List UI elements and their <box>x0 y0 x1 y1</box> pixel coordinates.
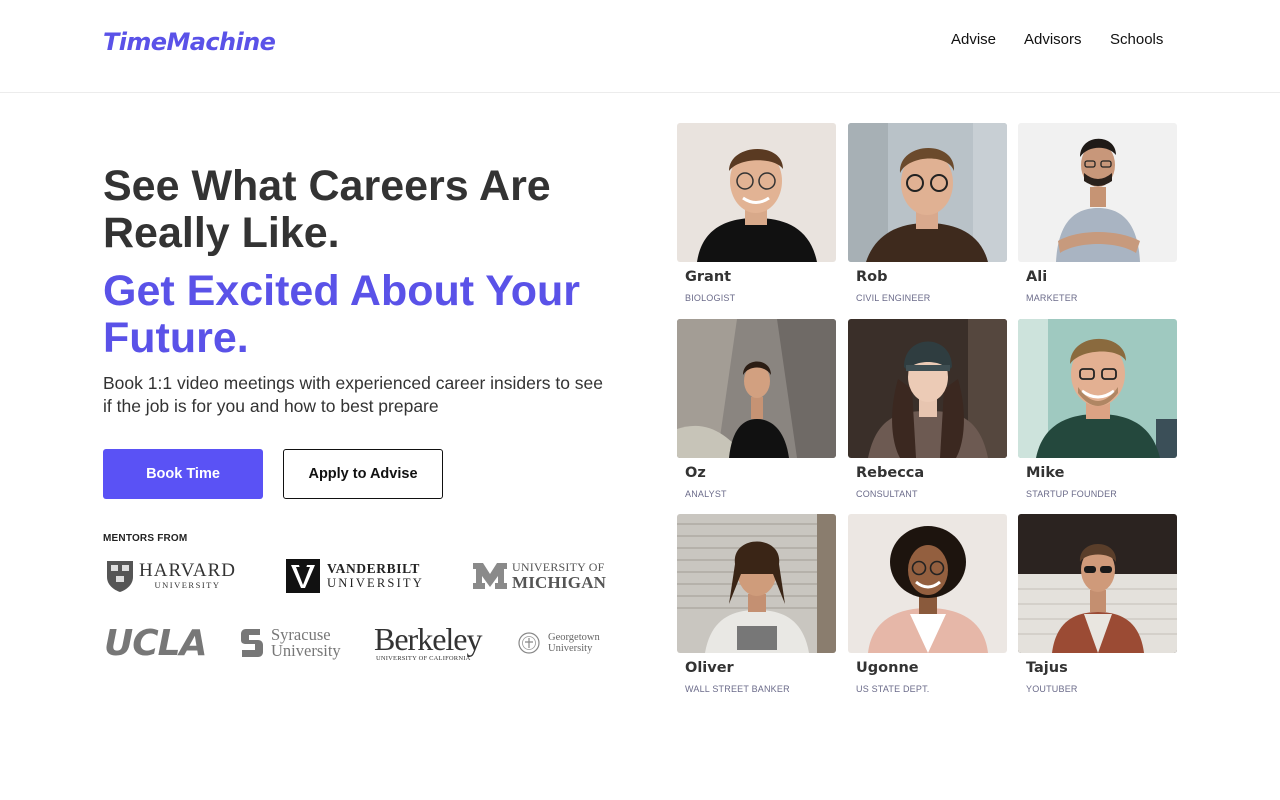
ucla-name: UCLA <box>104 623 207 664</box>
advisor-name: Ugonne <box>856 660 919 676</box>
advisor-photo <box>1018 514 1177 653</box>
advisor-card[interactable]: Grant BIOLOGIST <box>677 123 836 313</box>
advisor-role: CIVIL ENGINEER <box>856 293 931 303</box>
nav-schools[interactable]: Schools <box>1110 31 1163 48</box>
advisor-card[interactable]: Oliver WALL STREET BANKER <box>677 514 836 704</box>
hero-title: See What Careers Are Really Like. <box>103 162 551 257</box>
michigan-name: MICHIGAN <box>512 573 607 592</box>
apply-to-advise-button[interactable]: Apply to Advise <box>283 449 443 499</box>
vanderbilt-subtitle: UNIVERSITY <box>327 576 424 590</box>
advisor-name: Grant <box>685 269 732 285</box>
vanderbilt-logo: VANDERBILT UNIVERSITY <box>286 559 424 593</box>
advisor-card[interactable]: Mike STARTUP FOUNDER <box>1018 319 1177 509</box>
advisor-role: YOUTUBER <box>1026 684 1078 694</box>
nav-advise[interactable]: Advise <box>951 31 996 48</box>
advisor-role: ANALYST <box>685 489 727 499</box>
hero-subtitle: Get Excited About Your Future. <box>103 267 581 362</box>
advisor-role: STARTUP FOUNDER <box>1026 489 1118 499</box>
harvard-logo: HARVARD UNIVERSITY <box>105 559 236 593</box>
georgetown-seal-icon <box>518 632 540 654</box>
advisor-role: US STATE DEPT. <box>856 684 930 694</box>
advisor-card[interactable]: Rebecca CONSULTANT <box>848 319 1007 509</box>
berkeley-subtitle: UNIVERSITY OF CALIFORNIA <box>376 655 471 662</box>
harvard-name: HARVARD <box>139 560 236 581</box>
michigan-logo: UNIVERSITY OF MICHIGAN <box>472 561 606 591</box>
advisor-role: MARKETER <box>1026 293 1078 303</box>
harvard-subtitle: UNIVERSITY <box>154 580 221 590</box>
advisor-photo <box>848 123 1007 262</box>
berkeley-name: Berkeley <box>374 621 482 657</box>
advisor-name: Tajus <box>1026 660 1068 676</box>
advisor-photo <box>1018 123 1177 262</box>
advisor-card[interactable]: Oz ANALYST <box>677 319 836 509</box>
hero-description: Book 1:1 video meetings with experienced… <box>103 373 603 416</box>
advisor-role: BIOLOGIST <box>685 293 736 303</box>
book-time-button[interactable]: Book Time <box>103 449 263 499</box>
georgetown-name: Georgetown <box>548 632 600 643</box>
site-header: TimeMachine Advise Advisors Schools <box>0 0 1280 93</box>
advisor-role: WALL STREET BANKER <box>685 684 790 694</box>
advisor-card[interactable]: Ugonne US STATE DEPT. <box>848 514 1007 704</box>
advisor-name: Mike <box>1026 465 1065 481</box>
advisor-photo <box>848 319 1007 458</box>
vanderbilt-v-icon <box>286 559 320 593</box>
georgetown-subtitle: University <box>548 643 593 654</box>
georgetown-logo: Georgetown University <box>518 630 600 656</box>
harvard-shield-icon <box>107 561 133 592</box>
advisor-photo <box>677 319 836 458</box>
advisor-name: Oliver <box>685 660 734 676</box>
nav-advisors[interactable]: Advisors <box>1024 31 1082 48</box>
advisor-name: Rob <box>856 269 888 285</box>
advisor-photo <box>677 123 836 262</box>
michigan-m-icon <box>473 563 507 589</box>
advisor-photo <box>677 514 836 653</box>
advisor-card[interactable]: Tajus YOUTUBER <box>1018 514 1177 704</box>
advisor-card[interactable]: Rob CIVIL ENGINEER <box>848 123 1007 313</box>
advisor-role: CONSULTANT <box>856 489 918 499</box>
syracuse-subtitle: University <box>271 641 341 660</box>
advisor-name: Ali <box>1026 269 1048 285</box>
logo[interactable]: TimeMachine <box>103 28 276 56</box>
syracuse-logo: Syracuse University <box>240 626 341 660</box>
advisor-photo <box>848 514 1007 653</box>
berkeley-logo: Berkeley UNIVERSITY OF CALIFORNIA <box>374 621 482 663</box>
syracuse-s-icon <box>241 629 263 657</box>
mentors-label: MENTORS FROM <box>103 533 188 544</box>
vanderbilt-name: VANDERBILT <box>327 561 421 576</box>
advisor-photo <box>1018 319 1177 458</box>
advisor-name: Oz <box>685 465 706 481</box>
advisor-card[interactable]: Ali MARKETER <box>1018 123 1177 313</box>
ucla-logo: UCLA <box>104 623 207 664</box>
advisor-name: Rebecca <box>856 465 925 481</box>
